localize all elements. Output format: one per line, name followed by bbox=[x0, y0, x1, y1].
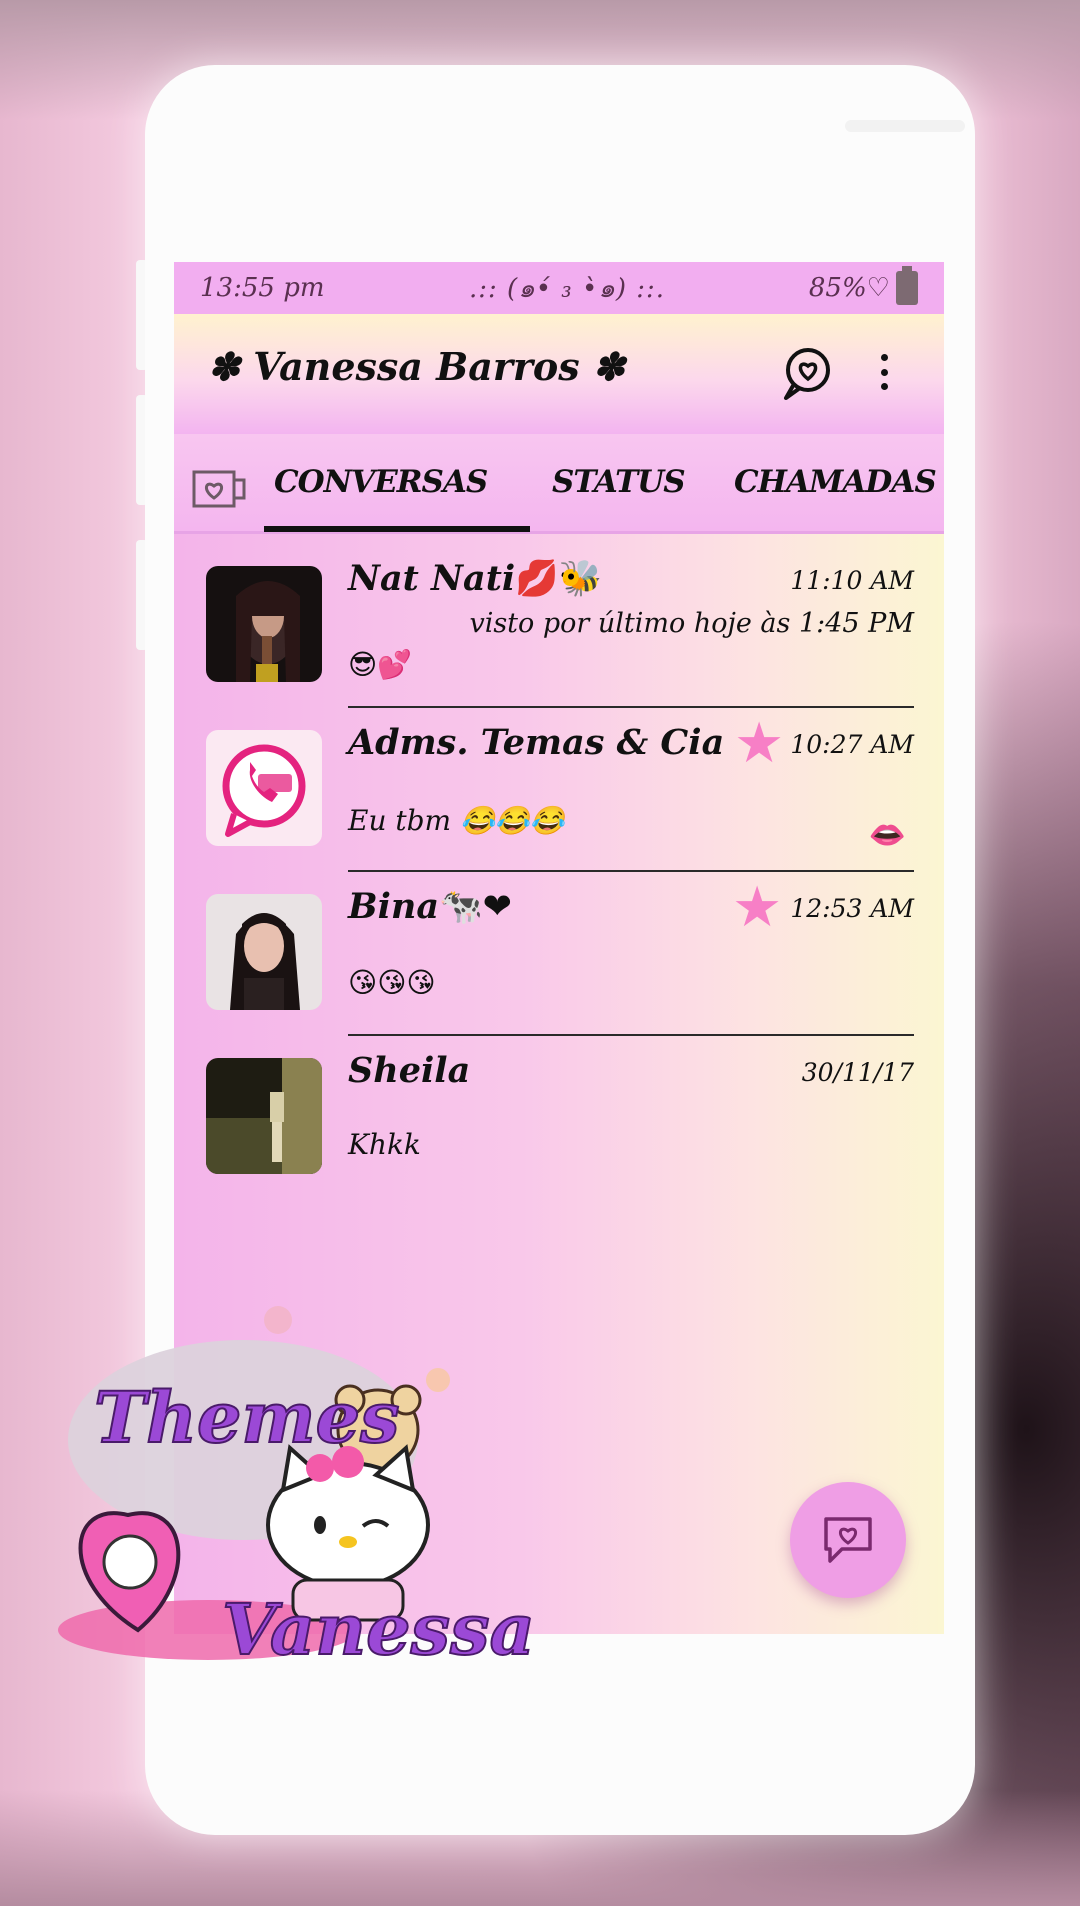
chat-last-seen: visto por último hoje às 1:45 PM bbox=[469, 608, 914, 639]
battery-icon bbox=[896, 266, 918, 305]
tab-selected-indicator bbox=[264, 526, 530, 532]
name-emoji: 🐄❤ bbox=[439, 887, 512, 927]
chat-last-message: 😘😘😘 bbox=[348, 966, 436, 999]
chat-last-message: Eu tbm 😂😂😂 bbox=[348, 804, 565, 837]
lips-icon: 👄 bbox=[868, 818, 906, 853]
chat-row-bina[interactable]: Bina🐄❤ ★ 12:53 AM 😘😘😘 bbox=[174, 872, 944, 1036]
app-bar: ✽ Vanessa Barros ✽ bbox=[174, 314, 944, 434]
chat-time: 12:53 AM bbox=[790, 894, 914, 923]
chat-name: Adms. Temas & Cia bbox=[348, 722, 725, 763]
themes-vanessa-logo: Themes Vanessa bbox=[58, 1300, 536, 1700]
status-bar: 13:55 pm .:: (๑•́ ₃ •̀๑) ::. 85%♡ bbox=[174, 262, 944, 314]
chat-row-nat-nati[interactable]: Nat Nati💋🐝 11:10 AM visto por último hoj… bbox=[174, 544, 944, 708]
chat-last-message: Khkk bbox=[348, 1128, 421, 1161]
tab-bar: CONVERSAS STATUS CHAMADAS bbox=[174, 434, 944, 534]
pinned-star-icon: ★ bbox=[734, 711, 785, 776]
chat-time: 10:27 AM bbox=[790, 730, 914, 759]
phone-speaker bbox=[845, 120, 965, 132]
chat-row-adms-temas[interactable]: Adms. Temas & Cia ★ 10:27 AM Eu tbm 😂😂😂 … bbox=[174, 708, 944, 872]
avatar bbox=[206, 894, 322, 1010]
watermark-line1: Themes bbox=[93, 1375, 401, 1460]
tab-conversas[interactable]: CONVERSAS bbox=[274, 464, 488, 500]
chat-last-message: 😎💕 bbox=[348, 648, 413, 681]
avatar bbox=[206, 566, 322, 682]
chat-name: Nat Nati💋🐝 bbox=[348, 558, 603, 599]
chat-row-sheila[interactable]: Sheila 30/11/17 Khkk bbox=[174, 1036, 944, 1200]
chat-time: 11:10 AM bbox=[790, 566, 914, 595]
watermark-line2: Vanessa bbox=[221, 1587, 536, 1672]
avatar bbox=[206, 1058, 322, 1174]
more-vert-icon[interactable] bbox=[874, 348, 894, 396]
battery-percent: 85%♡ bbox=[808, 273, 890, 303]
chat-name: Bina🐄❤ bbox=[348, 886, 512, 927]
status-time: 13:55 pm bbox=[200, 273, 325, 303]
new-chat-heart-icon[interactable] bbox=[790, 1482, 906, 1598]
tab-status[interactable]: STATUS bbox=[552, 464, 686, 500]
pinned-star-icon: ★ bbox=[732, 875, 783, 940]
camera-heart-icon[interactable] bbox=[192, 468, 248, 510]
status-right: 85%♡ bbox=[808, 266, 918, 305]
status-decoration: .:: (๑•́ ₃ •̀๑) ::. bbox=[469, 273, 666, 304]
chat-name: Sheila bbox=[348, 1050, 471, 1091]
app-title: ✽ Vanessa Barros ✽ bbox=[208, 344, 625, 389]
chat-heart-icon[interactable] bbox=[778, 344, 834, 404]
chat-time: 30/11/17 bbox=[801, 1058, 914, 1087]
tab-chamadas[interactable]: CHAMADAS bbox=[734, 464, 937, 500]
name-emoji: 💋🐝 bbox=[515, 559, 603, 599]
avatar bbox=[206, 730, 322, 846]
